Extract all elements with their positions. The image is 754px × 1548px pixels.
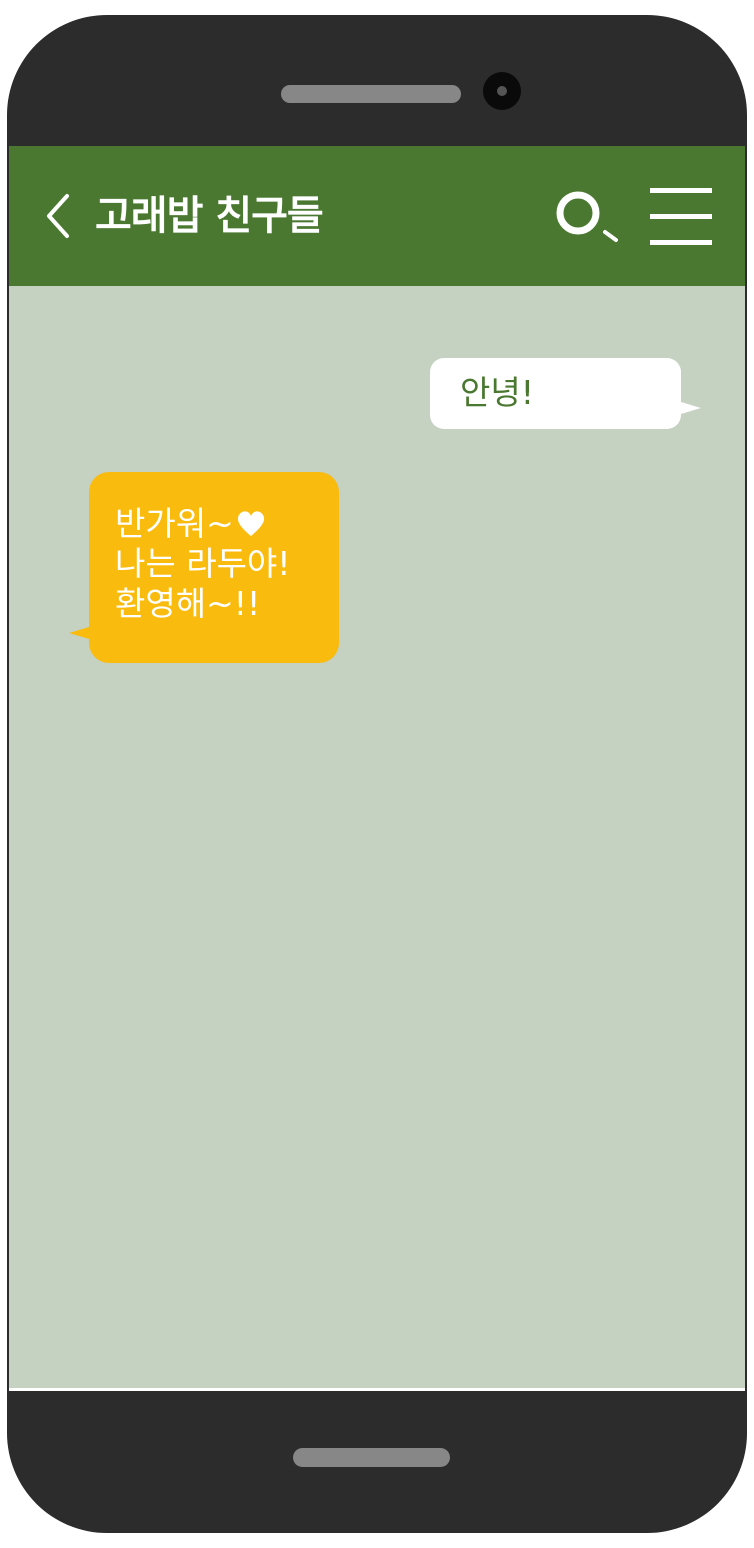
- message-text-block: 반가워~ 나는 라두야! 환영해~!!: [115, 504, 291, 624]
- menu-button[interactable]: [649, 186, 713, 248]
- heart-icon: [237, 511, 264, 536]
- chevron-left-icon: [47, 194, 69, 238]
- message-line-1: 반가워~: [115, 504, 291, 544]
- message-line-3: 환영해~!!: [115, 584, 261, 623]
- screen-bottom-edge: [9, 1388, 745, 1391]
- message-line-2: 나는 라두야!: [115, 544, 291, 583]
- bubble-tail: [681, 402, 701, 414]
- chat-screen: 고래밥 친구들 안녕! 반가워~ 나는 라두야! 환영해~!!: [9, 146, 745, 1389]
- chat-header: 고래밥 친구들: [9, 146, 745, 286]
- chat-title: 고래밥 친구들: [95, 193, 324, 239]
- message-bubble-outgoing[interactable]: 안녕!: [430, 358, 701, 429]
- front-camera-icon: [483, 72, 521, 110]
- search-button[interactable]: [553, 186, 623, 250]
- message-bubble-incoming[interactable]: 반가워~ 나는 라두야! 환영해~!!: [69, 472, 339, 663]
- bubble-tail: [69, 627, 89, 639]
- hamburger-menu-icon: [650, 188, 712, 245]
- message-text: 안녕!: [460, 373, 534, 412]
- home-indicator[interactable]: [293, 1448, 450, 1467]
- back-button[interactable]: [41, 190, 81, 242]
- phone-speaker: [281, 85, 461, 103]
- message-line-text: 반가워~: [115, 504, 234, 543]
- search-icon: [556, 191, 618, 242]
